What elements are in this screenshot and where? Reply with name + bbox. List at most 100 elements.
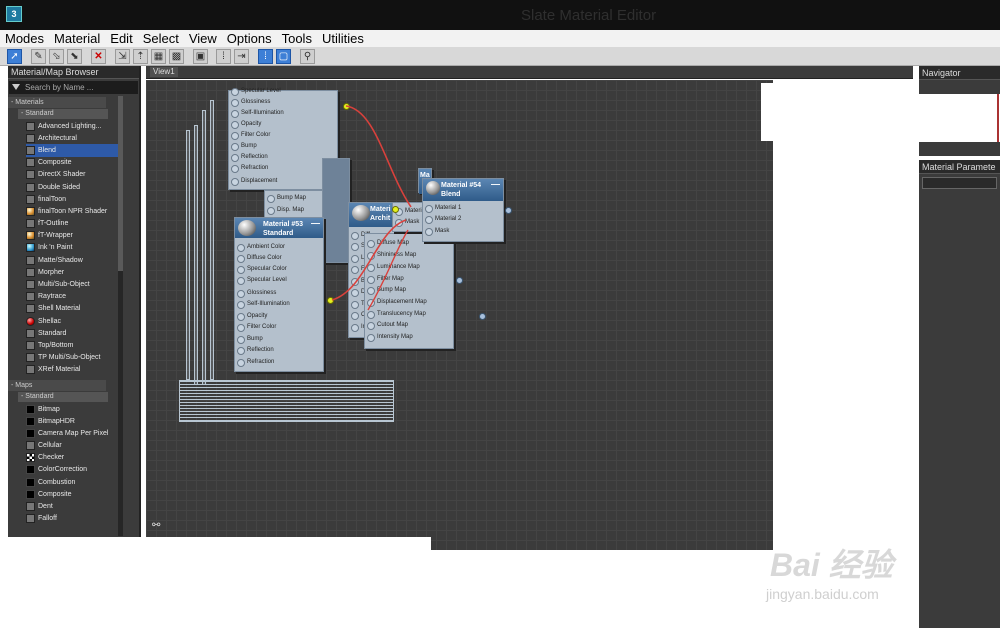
browser-item-label: Double Sided [38,183,81,191]
window-title: Slate Material Editor [521,7,657,24]
dropdown-triangle-icon[interactable] [12,84,20,90]
browser-item-label: Camera Map Per Pixel [38,429,109,437]
browser-item[interactable]: fT-Wrapper [26,230,118,242]
browser-item[interactable]: fT-Outline [26,218,118,230]
category-maps[interactable]: - Maps [8,379,106,391]
browser-item[interactable]: Matte/Shadow [26,254,118,266]
browser-item[interactable]: Dent [26,500,118,512]
show-background-icon[interactable]: ▦ [151,49,166,64]
browser-item[interactable]: Double Sided [26,181,118,193]
browser-item[interactable]: finalToon [26,193,118,205]
browser-item[interactable]: Camera Map Per Pixel [26,427,118,439]
browser-item[interactable]: Shellac [26,315,118,327]
select-arrow-icon[interactable]: ➚ [7,49,22,64]
browser-item[interactable]: Ink 'n Paint [26,242,118,254]
blank-region [146,537,431,628]
browser-item-label: BitmapHDR [38,417,75,425]
put-material-icon[interactable]: ⬂ [49,49,64,64]
hide-unused-icon[interactable]: ⇡ [133,49,148,64]
slate-material-editor-window: 3 Slate Material Editor Modes Material Edi… [0,0,1000,628]
menu-modes[interactable]: Modes [0,30,49,47]
swatch-icon [26,465,35,475]
menu-select[interactable]: Select [138,30,184,47]
show-map-icon[interactable]: ▣ [193,49,208,64]
scrollbar-thumb[interactable] [118,96,123,271]
menu-tools[interactable]: Tools [277,30,317,47]
app-icon[interactable]: 3 [6,6,22,22]
navigator-panel: Navigator [919,66,1000,156]
browser-item[interactable]: Multi/Sub-Object [26,278,118,290]
group-maps-standard[interactable]: - Standard [18,391,108,402]
browser-item[interactable]: BitmapHDR [26,415,118,427]
browser-item[interactable]: Checker [26,452,118,464]
browser-item[interactable]: Raytrace [26,291,118,303]
browser-item-label: Top/Bottom [38,341,74,349]
select-tool-icon[interactable]: ⁞ [258,49,273,64]
background-checker-icon[interactable]: ▩ [169,49,184,64]
browser-item[interactable]: Bitmap [26,403,118,415]
navigator-title: Navigator [919,66,1000,80]
browser-item[interactable]: Combustion [26,476,118,488]
swatch-icon [26,158,35,168]
tab-view1[interactable]: View1 [150,67,178,77]
swatch-icon [26,133,35,143]
swatch-icon [26,194,35,204]
layout-all-icon[interactable]: ⁞ [216,49,231,64]
menu-utilities[interactable]: Utilities [317,30,369,47]
menu-view[interactable]: View [184,30,222,47]
browser-item[interactable]: Top/Bottom [26,339,118,351]
material-parameters-panel: Material Paramete [919,160,1000,628]
move-children-icon[interactable]: ⇲ [115,49,130,64]
node-wires [331,105,412,311]
browser-scrollbar[interactable] [118,96,123,536]
browser-item[interactable]: TP Multi/Sub-Object [26,352,118,364]
browser-item[interactable]: DirectX Shader [26,169,118,181]
browser-item[interactable]: finalToon NPR Shader [26,205,118,217]
layout-children-icon[interactable]: ⇥ [234,49,249,64]
node-view[interactable]: Specular Level Glossiness Self-Illuminat… [146,80,773,550]
binoculars-icon[interactable]: ⚯ [152,520,160,531]
browser-item-label: fT-Wrapper [38,232,73,240]
menu-edit[interactable]: Edit [105,30,137,47]
category-materials[interactable]: - Materials [8,97,106,108]
browser-item[interactable]: Blend [26,144,118,157]
browser-item[interactable]: Morpher [26,266,118,278]
pick-material-icon[interactable]: ✎ [31,49,46,64]
browser-item[interactable]: Architectural [26,132,118,144]
show-end-result-icon[interactable]: ▢ [276,49,291,64]
menu-options[interactable]: Options [222,30,277,47]
browser-item[interactable]: Shell Material [26,303,118,315]
zoom-icon[interactable]: ⚲ [300,49,315,64]
navigator-preview[interactable] [919,94,1000,142]
browser-item-label: DirectX Shader [38,171,86,179]
swatch-icon [26,170,35,180]
browser-item[interactable]: Falloff [26,513,118,525]
wire-upper-to-blend [345,105,412,208]
blank-region [761,83,913,141]
browser-item-label: Dent [38,503,53,511]
browser-item[interactable]: ColorCorrection [26,464,118,476]
swatch-icon [26,340,35,350]
browser-item-label: Raytrace [38,293,67,301]
swatch-icon [26,243,35,253]
delete-icon[interactable]: ✕ [91,49,106,64]
search-input[interactable]: Search by Name ... [9,81,138,94]
browser-item-label: Checker [38,454,65,462]
swatch-icon [26,292,35,302]
browser-item[interactable]: Advanced Lighting... [26,120,118,132]
swatch-icon [26,441,35,451]
browser-item-label: finalToon NPR Shader [38,207,108,215]
swatch-icon [26,145,35,155]
group-materials-standard[interactable]: - Standard [18,109,108,119]
browser-item[interactable]: Composite [26,157,118,169]
assign-material-icon[interactable]: ⬊ [67,49,82,64]
browser-item[interactable]: XRef Material [26,364,118,376]
parameter-field[interactable] [922,177,997,189]
swatch-icon [26,304,35,314]
browser-item[interactable]: Standard [26,327,118,339]
swatch-icon [26,255,35,265]
menu-material[interactable]: Material [49,30,105,47]
browser-item[interactable]: Cellular [26,440,118,452]
browser-item[interactable]: Composite [26,488,118,500]
browser-item-label: Combustion [38,478,76,486]
